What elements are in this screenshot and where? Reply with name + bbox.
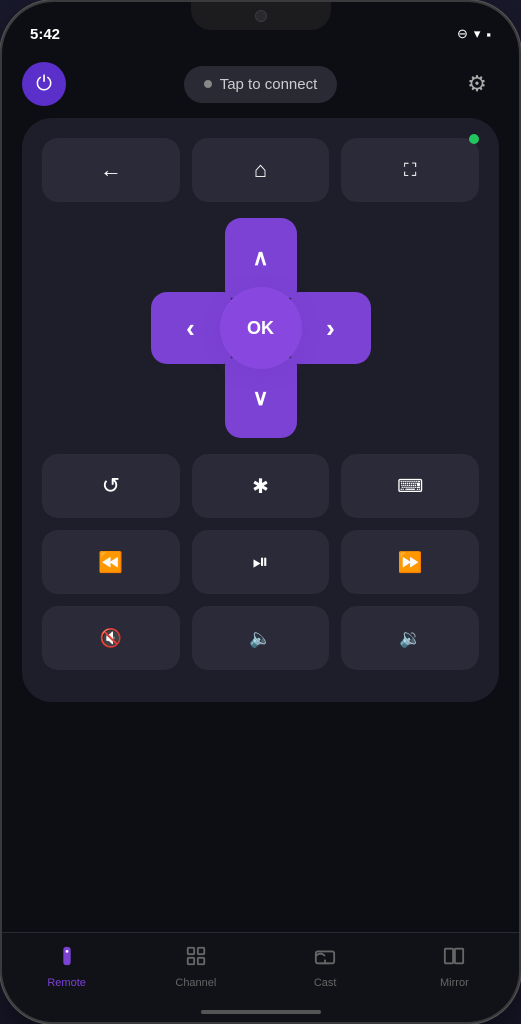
asterisk-icon: ✱ xyxy=(252,474,269,499)
volume-up-button[interactable]: 🔉 xyxy=(341,606,479,670)
cast-tab-label: Cast xyxy=(314,977,337,989)
dpad-container: ∧ ‹ OK › ∨ xyxy=(42,218,479,438)
remote-tab-icon xyxy=(56,945,78,973)
keyboard-icon: ⌨ xyxy=(397,476,423,497)
power-icon: ⏻ xyxy=(36,73,52,96)
settings-button[interactable]: ⚙ xyxy=(455,62,499,106)
notch xyxy=(191,2,331,30)
home-icon: ⌂ xyxy=(254,157,267,183)
dpad-right-button[interactable]: › xyxy=(291,292,371,364)
status-icons: ⊖ ▾ ▪ xyxy=(457,26,491,42)
settings-icon: ⚙ xyxy=(467,71,487,97)
home-button[interactable]: ⌂ xyxy=(192,138,330,202)
chevron-right-icon: › xyxy=(326,313,335,344)
tab-bar: Remote Channel xyxy=(2,932,519,1022)
chevron-up-icon: ∧ xyxy=(252,245,268,271)
dpad-left-button[interactable]: ‹ xyxy=(151,292,231,364)
volume-up-icon: 🔉 xyxy=(399,628,421,649)
tab-mirror[interactable]: Mirror xyxy=(390,945,519,989)
tab-channel[interactable]: Channel xyxy=(131,945,260,989)
phone-frame: 5:42 ⊖ ▾ ▪ ⏻ Tap to connect ⚙ xyxy=(0,0,521,1024)
battery-icon: ▪ xyxy=(486,27,491,42)
back-button[interactable]: ← xyxy=(42,138,180,202)
nav-buttons-row: ← ⌂ ⛶ xyxy=(42,138,479,202)
wifi-icon: ▾ xyxy=(474,26,481,42)
mirror-tab-icon xyxy=(443,945,465,973)
mute-icon: 🔇 xyxy=(100,628,122,649)
ok-label: OK xyxy=(247,318,274,339)
phone-screen: 5:42 ⊖ ▾ ▪ ⏻ Tap to connect ⚙ xyxy=(2,2,519,1022)
dpad-down-button[interactable]: ∨ xyxy=(225,358,297,438)
play-pause-icon: ⏯ xyxy=(253,551,269,574)
remote-tab-label: Remote xyxy=(47,977,86,989)
channel-tab-icon xyxy=(185,945,207,973)
media-row-3: 🔇 🔈 🔉 xyxy=(42,606,479,670)
connect-label: Tap to connect xyxy=(220,76,318,93)
replay-icon: ↺ xyxy=(102,473,120,499)
replay-button[interactable]: ↺ xyxy=(42,454,180,518)
media-row-2: ⏪ ⏯ ⏩ xyxy=(42,530,479,594)
rewind-button[interactable]: ⏪ xyxy=(42,530,180,594)
home-indicator xyxy=(201,1010,321,1014)
remote-body: ← ⌂ ⛶ ∧ ‹ OK xyxy=(22,118,499,702)
mirror-tab-label: Mirror xyxy=(440,977,469,989)
dpad: ∧ ‹ OK › ∨ xyxy=(151,218,371,438)
tab-remote[interactable]: Remote xyxy=(2,945,131,989)
play-pause-button[interactable]: ⏯ xyxy=(192,530,330,594)
tap-connect-button[interactable]: Tap to connect xyxy=(184,66,338,103)
fast-forward-icon: ⏩ xyxy=(398,550,423,575)
volume-down-icon: 🔈 xyxy=(249,628,271,649)
power-button[interactable]: ⏻ xyxy=(22,62,66,106)
options-button[interactable]: ✱ xyxy=(192,454,330,518)
mute-button[interactable]: 🔇 xyxy=(42,606,180,670)
rewind-icon: ⏪ xyxy=(98,550,123,575)
front-camera xyxy=(255,10,267,22)
ok-button[interactable]: OK xyxy=(220,287,302,369)
media-row-1: ↺ ✱ ⌨ xyxy=(42,454,479,518)
cast-tab-icon xyxy=(314,945,336,973)
dpad-up-button[interactable]: ∧ xyxy=(225,218,297,298)
back-icon: ← xyxy=(100,157,122,183)
fullscreen-icon: ⛶ xyxy=(404,160,417,181)
channel-tab-label: Channel xyxy=(175,977,216,989)
chevron-left-icon: ‹ xyxy=(186,313,195,344)
signal-icon: ⊖ xyxy=(457,26,468,42)
connection-status-dot xyxy=(204,80,212,88)
fullscreen-button[interactable]: ⛶ xyxy=(341,138,479,202)
chevron-down-icon: ∨ xyxy=(252,385,268,411)
fast-forward-button[interactable]: ⏩ xyxy=(341,530,479,594)
tab-cast[interactable]: Cast xyxy=(261,945,390,989)
app-header: ⏻ Tap to connect ⚙ xyxy=(2,52,519,118)
device-connected-indicator xyxy=(469,134,479,144)
status-time: 5:42 xyxy=(30,26,60,43)
keyboard-button[interactable]: ⌨ xyxy=(341,454,479,518)
volume-down-button[interactable]: 🔈 xyxy=(192,606,330,670)
